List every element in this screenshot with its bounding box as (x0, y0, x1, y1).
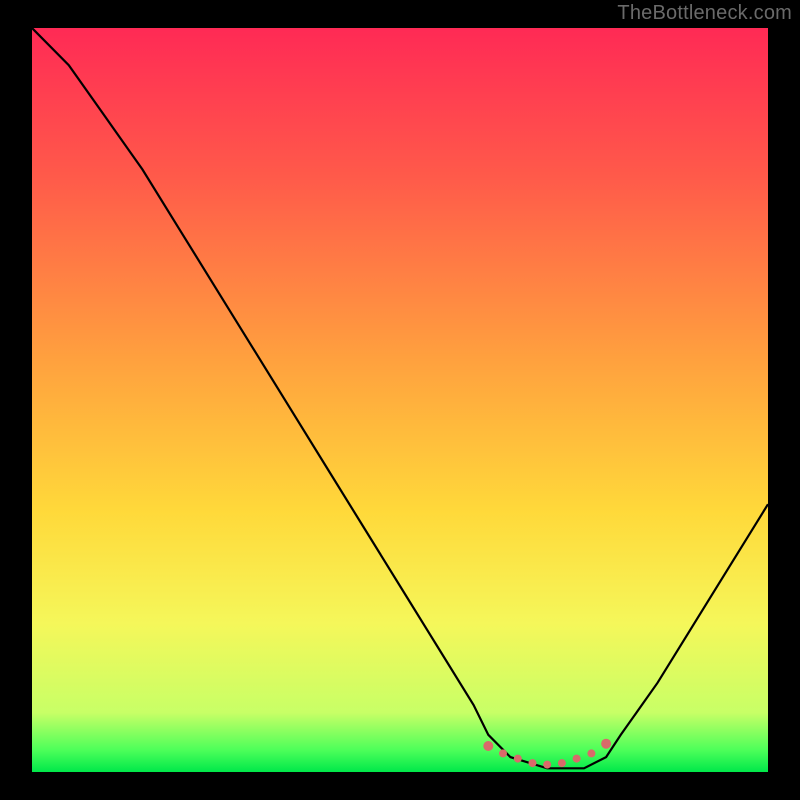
chart-frame: TheBottleneck.com (0, 0, 800, 800)
marker-dot (587, 749, 595, 757)
marker-dot (483, 741, 493, 751)
chart-svg (32, 28, 768, 772)
watermark-text: TheBottleneck.com (617, 2, 792, 25)
marker-dot (558, 759, 566, 767)
marker-dot (543, 761, 551, 769)
plot-area (32, 28, 768, 772)
marker-dot (529, 759, 537, 767)
gradient-rect (32, 28, 768, 772)
marker-dot (573, 755, 581, 763)
marker-dot (514, 755, 522, 763)
marker-dot (499, 749, 507, 757)
marker-dot (601, 739, 611, 749)
